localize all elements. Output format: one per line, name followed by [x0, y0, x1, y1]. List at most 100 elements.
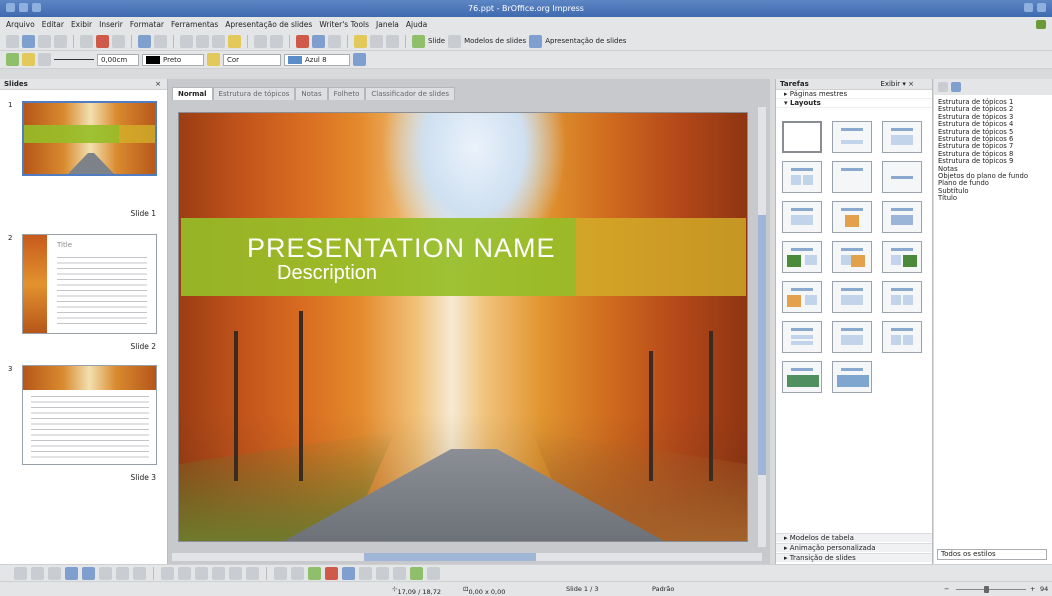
flowchart-icon[interactable] [212, 566, 225, 580]
line-style-preview[interactable] [54, 59, 94, 60]
chart-icon[interactable] [296, 34, 309, 48]
table-icon[interactable] [312, 34, 325, 48]
menu-ajuda[interactable]: Ajuda [406, 20, 427, 29]
zoom-icon[interactable] [370, 34, 383, 48]
style-filter-select[interactable]: Todos os estilos [937, 549, 1047, 560]
section-custom-animation[interactable]: ▸ Animação personalizada [776, 543, 932, 552]
slide-2-preview[interactable]: Title [22, 234, 157, 334]
slide-templates-button[interactable]: Modelos de slides [448, 34, 526, 48]
tab-normal[interactable]: Normal [172, 87, 213, 100]
restore-icon[interactable] [1037, 3, 1046, 12]
navigator-icon[interactable] [354, 34, 367, 48]
zoom-value[interactable]: 94 [1040, 585, 1048, 593]
zoom-slider[interactable] [956, 589, 1026, 590]
menu-inserir[interactable]: Inserir [99, 20, 123, 29]
style-item[interactable]: Título [938, 194, 1052, 202]
fill-color-select[interactable]: Azul 8 [284, 53, 350, 66]
vertical-scrollbar[interactable] [758, 107, 766, 547]
minimize-window-icon[interactable] [19, 3, 28, 12]
menu-arquivo[interactable]: Arquivo [6, 20, 35, 29]
fill-type-select[interactable]: Cor [223, 53, 281, 66]
arrow-tool-icon[interactable] [48, 566, 61, 580]
crop-icon[interactable] [427, 566, 440, 580]
glue-points-icon[interactable] [291, 566, 304, 580]
layout-title-content-variant[interactable] [832, 281, 872, 313]
layout-4-images[interactable] [782, 361, 822, 393]
layout-title-slide[interactable] [832, 121, 872, 153]
layout-title-2-content-3[interactable] [882, 281, 922, 313]
arrow-style-icon[interactable] [22, 53, 35, 66]
tab-outline[interactable]: Estrutura de tópicos [212, 87, 296, 100]
tab-slide-sorter[interactable]: Classificador de slides [365, 87, 456, 100]
gallery-icon[interactable] [342, 566, 355, 580]
layout-title-2-content[interactable] [782, 161, 822, 193]
menu-writers-tools[interactable]: Writer's Tools [319, 20, 369, 29]
window-controls-left[interactable] [6, 3, 41, 12]
line-style-icon[interactable] [38, 53, 51, 66]
line-color-select[interactable]: Preto [142, 53, 204, 66]
layout-text-chart[interactable] [832, 241, 872, 273]
section-table-design[interactable]: ▸ Modelos de tabela [776, 533, 932, 542]
menu-janela[interactable]: Janela [376, 20, 399, 29]
print-icon[interactable] [112, 34, 125, 48]
tab-handout[interactable]: Folheto [327, 87, 366, 100]
edit-file-icon[interactable] [80, 34, 93, 48]
horizontal-scrollbar[interactable] [172, 553, 762, 561]
graphics-styles-icon[interactable] [938, 82, 948, 92]
menu-formatar[interactable]: Formatar [130, 20, 164, 29]
callouts-icon[interactable] [229, 566, 242, 580]
new-icon[interactable] [6, 34, 19, 48]
format-paintbrush-icon[interactable] [228, 34, 241, 48]
menu-apresentacao[interactable]: Apresentação de slides [225, 20, 312, 29]
export-pdf-icon[interactable] [96, 34, 109, 48]
slide-1-preview[interactable] [22, 101, 157, 176]
vertical-scroll-thumb[interactable] [758, 215, 766, 475]
paste-icon[interactable] [212, 34, 225, 48]
line-width-field[interactable]: 0,00cm [97, 53, 139, 66]
help-icon[interactable] [386, 34, 399, 48]
zoom-out-icon[interactable]: − [944, 585, 949, 593]
update-icon[interactable] [1036, 20, 1046, 29]
line-icon[interactable] [6, 53, 19, 66]
slide-canvas[interactable]: PRESENTATION NAME Description [178, 112, 748, 542]
align-icon[interactable] [376, 566, 389, 580]
section-layouts[interactable]: ▾ Layouts [776, 99, 932, 108]
section-slide-transition[interactable]: ▸ Transição de slides [776, 553, 932, 562]
presentation-styles-icon[interactable] [951, 82, 961, 92]
curve-tool-icon[interactable] [116, 566, 129, 580]
copy-icon[interactable] [196, 34, 209, 48]
layout-2-content-title[interactable] [782, 321, 822, 353]
spellcheck-icon[interactable] [138, 34, 151, 48]
layout-title-2-content-2[interactable] [782, 201, 822, 233]
layout-title-table[interactable] [882, 201, 922, 233]
layout-title-chart[interactable] [832, 201, 872, 233]
tab-notes[interactable]: Notas [295, 87, 328, 100]
undo-icon[interactable] [254, 34, 267, 48]
select-icon[interactable] [14, 566, 27, 580]
extrusion-icon[interactable] [359, 566, 372, 580]
arrange-icon[interactable] [393, 566, 406, 580]
stars-icon[interactable] [246, 566, 259, 580]
connector-tool-icon[interactable] [133, 566, 146, 580]
redo-icon[interactable] [270, 34, 283, 48]
horizontal-scroll-thumb[interactable] [364, 553, 536, 561]
text-tool-icon[interactable] [99, 566, 112, 580]
save-icon[interactable] [38, 34, 51, 48]
layout-chart-text[interactable] [782, 281, 822, 313]
layout-title-content[interactable] [882, 121, 922, 153]
slideshow-button[interactable]: Apresentação de slides [529, 34, 626, 48]
from-file-icon[interactable] [325, 566, 338, 580]
menu-editar[interactable]: Editar [42, 20, 64, 29]
cut-icon[interactable] [180, 34, 193, 48]
layout-text-image[interactable] [882, 241, 922, 273]
section-master-pages[interactable]: ▸ Páginas mestres [776, 90, 932, 99]
menu-exibir[interactable]: Exibir [71, 20, 92, 29]
fontwork-icon[interactable] [308, 566, 321, 580]
layout-6-content[interactable] [832, 361, 872, 393]
ellipse-tool-icon[interactable] [82, 566, 95, 580]
layout-title-only[interactable] [832, 161, 872, 193]
layout-centered-text[interactable] [882, 161, 922, 193]
tasks-view-menu[interactable]: Exibir ▾ × [880, 79, 914, 90]
slide-button[interactable]: Slide [412, 34, 445, 48]
layout-blank[interactable] [782, 121, 822, 153]
